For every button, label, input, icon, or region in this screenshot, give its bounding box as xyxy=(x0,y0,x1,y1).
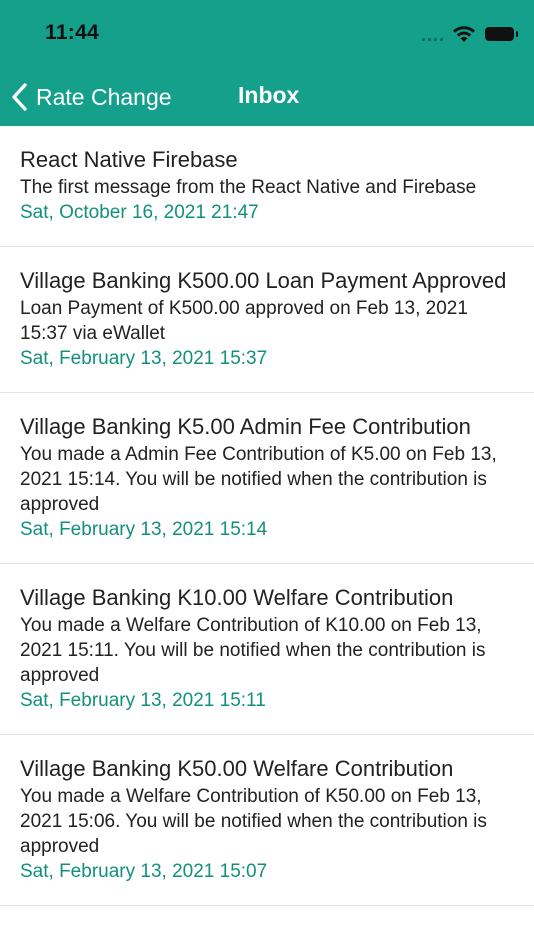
cellular-signal-icon xyxy=(422,27,443,41)
message-body: Loan Payment of K500.00 approved on Feb … xyxy=(20,298,468,344)
message-date: Sat, February 13, 2021 15:14 xyxy=(20,519,268,540)
message-title: Village Banking K500.00 Loan Payment App… xyxy=(20,268,507,293)
list-item[interactable]: Village Banking K500.00 Loan Payment App… xyxy=(0,247,534,393)
page-title: Inbox xyxy=(238,82,300,108)
list-item[interactable]: Village Banking K50.00 Welfare Contribut… xyxy=(0,735,534,906)
list-item[interactable]: React Native Firebase The first message … xyxy=(0,126,534,247)
message-title: React Native Firebase xyxy=(20,147,238,172)
message-date: Sat, February 13, 2021 15:07 xyxy=(20,861,268,882)
message-title: Village Banking K10.00 Welfare Contribut… xyxy=(20,585,454,610)
list-item[interactable]: Village Banking K10.00 Welfare Contribut… xyxy=(0,564,534,735)
chevron-left-icon xyxy=(12,83,27,111)
message-body: You made a Welfare Contribution of K50.0… xyxy=(20,786,487,857)
message-date: Sat, February 13, 2021 15:11 xyxy=(20,690,266,711)
back-button[interactable]: Rate Change xyxy=(10,80,172,114)
message-body: The first message from the React Native … xyxy=(20,177,477,198)
status-time: 11:44 xyxy=(45,21,100,44)
message-body: You made a Welfare Contribution of K10.0… xyxy=(20,615,486,686)
battery-icon xyxy=(485,27,518,41)
message-title: Village Banking K5.00 Admin Fee Contribu… xyxy=(20,414,471,439)
message-date: Sat, February 13, 2021 15:37 xyxy=(20,348,268,369)
list-item[interactable]: Village Banking K5.00 Admin Fee Contribu… xyxy=(0,393,534,564)
message-body: You made a Admin Fee Contribution of K5.… xyxy=(20,444,497,515)
status-indicators xyxy=(422,24,518,44)
back-button-label: Rate Change xyxy=(36,83,172,110)
message-date: Sat, October 16, 2021 21:47 xyxy=(20,202,259,223)
message-title: Village Banking K50.00 Welfare Contribut… xyxy=(20,756,454,781)
message-list: React Native Firebase The first message … xyxy=(0,126,534,906)
app-header: 11:44 Rate Change Inbox xyxy=(0,0,534,126)
wifi-icon xyxy=(453,26,475,42)
